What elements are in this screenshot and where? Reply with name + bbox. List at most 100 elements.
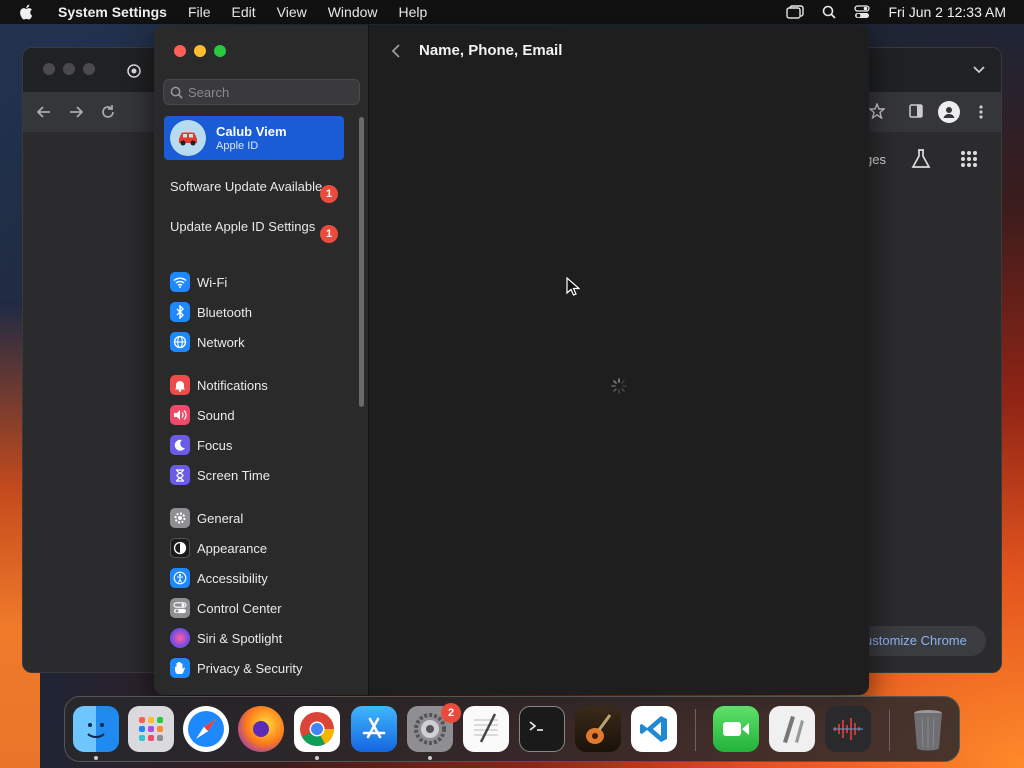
sidebar-item-siri-spotlight[interactable]: Siri & Spotlight xyxy=(170,627,282,649)
chevron-down-icon[interactable] xyxy=(973,66,985,74)
terminal-icon[interactable] xyxy=(519,706,565,752)
close-window-button[interactable] xyxy=(174,45,186,57)
chrome-tab-favicon-icon xyxy=(127,64,141,78)
chrome-zoom-button[interactable] xyxy=(83,63,95,75)
accessibility-icon xyxy=(170,568,190,588)
app-store-icon[interactable] xyxy=(351,706,397,752)
siri-icon xyxy=(170,628,190,648)
textedit-icon[interactable] xyxy=(463,706,509,752)
menu-edit[interactable]: Edit xyxy=(232,4,256,20)
menu-bar: System Settings File Edit View Window He… xyxy=(0,0,1024,24)
sidebar-item-label: Siri & Spotlight xyxy=(197,630,283,646)
sidebar-item-screen-time[interactable]: Screen Time xyxy=(170,464,270,486)
sidebar-item-label: Privacy & Security xyxy=(197,660,303,676)
account-name: Calub Viem xyxy=(216,124,287,139)
sidebar-item-label: Accessibility xyxy=(197,570,268,586)
speaker-icon xyxy=(170,405,190,425)
sidebar-item-notifications[interactable]: Notifications xyxy=(170,374,268,396)
menu-help[interactable]: Help xyxy=(399,4,428,20)
sidebar-item-label: Screen Time xyxy=(197,467,270,483)
sidebar-item-accessibility[interactable]: Accessibility xyxy=(170,567,268,589)
sidebar-item-general[interactable]: General xyxy=(170,507,243,529)
back-button[interactable] xyxy=(386,41,406,61)
sidebar-item-wifi[interactable]: Wi-Fi xyxy=(170,271,227,293)
menu-file[interactable]: File xyxy=(188,4,211,20)
system-settings-window: Calub Viem Apple ID Software Update Avai… xyxy=(154,25,869,695)
forward-arrow-icon[interactable] xyxy=(68,104,84,120)
firefox-icon[interactable] xyxy=(238,706,284,752)
sidebar-item-label: Sound xyxy=(197,407,235,423)
dock-separator xyxy=(695,709,696,751)
bookmark-star-icon[interactable] xyxy=(869,103,885,119)
loading-spinner-icon xyxy=(611,378,627,394)
profile-avatar-icon[interactable] xyxy=(938,101,960,123)
update-apple-id-notice[interactable]: Update Apple ID Settings xyxy=(170,219,345,235)
safari-icon[interactable] xyxy=(183,706,229,752)
sidebar-item-label: General xyxy=(197,510,244,526)
menu-view[interactable]: View xyxy=(277,4,307,20)
kebab-menu-icon[interactable] xyxy=(978,104,984,120)
wifi-icon xyxy=(170,272,190,292)
sidebar-scrollbar[interactable] xyxy=(359,117,364,407)
apps-grid-icon[interactable] xyxy=(960,150,978,168)
sidebar-item-label: Notifications xyxy=(197,377,268,393)
dock-running-indicator xyxy=(315,756,319,760)
control-center-icon[interactable] xyxy=(854,5,871,19)
sidebar-item-label: Wi-Fi xyxy=(197,274,228,290)
zoom-window-button[interactable] xyxy=(214,45,226,57)
minimize-window-button[interactable] xyxy=(194,45,206,57)
update-apple-id-badge: 1 xyxy=(320,225,338,243)
software-update-notice[interactable]: Software Update Available xyxy=(170,179,345,195)
software-update-badge: 1 xyxy=(320,185,338,203)
audio-waveform-icon[interactable] xyxy=(825,706,871,752)
bell-icon xyxy=(170,375,190,395)
sidebar-item-sound[interactable]: Sound xyxy=(170,404,235,426)
gear-icon xyxy=(170,508,190,528)
sidebar-item-bluetooth[interactable]: Bluetooth xyxy=(170,301,252,323)
launchpad-icon[interactable] xyxy=(128,706,174,752)
stage-manager-icon[interactable] xyxy=(786,5,805,19)
sidebar-item-label: Control Center xyxy=(197,600,282,616)
moon-icon xyxy=(170,435,190,455)
script-editor-icon[interactable] xyxy=(769,706,815,752)
sidebar-item-focus[interactable]: Focus xyxy=(170,434,232,456)
search-icon xyxy=(170,86,183,99)
sidebar-item-label: Network xyxy=(197,334,245,350)
settings-search-field[interactable] xyxy=(163,79,360,105)
spotlight-search-icon[interactable] xyxy=(822,5,837,19)
trash-icon[interactable] xyxy=(905,706,951,752)
reload-icon[interactable] xyxy=(100,104,116,120)
sidebar-item-privacy-security[interactable]: Privacy & Security xyxy=(170,657,302,679)
chrome-minimize-button[interactable] xyxy=(63,63,75,75)
globe-icon xyxy=(170,332,190,352)
garageband-icon[interactable] xyxy=(575,706,621,752)
appearance-icon xyxy=(170,538,190,558)
menu-bar-clock[interactable]: Fri Jun 2 12:33 AM xyxy=(888,4,1006,20)
dock-running-indicator xyxy=(428,756,432,760)
hand-icon xyxy=(170,658,190,678)
chrome-close-button[interactable] xyxy=(43,63,55,75)
vscode-icon[interactable] xyxy=(631,706,677,752)
chevron-left-icon xyxy=(391,44,400,58)
menu-window[interactable]: Window xyxy=(328,4,378,20)
page-title: Name, Phone, Email xyxy=(419,42,563,59)
bluetooth-icon xyxy=(170,302,190,322)
facetime-icon[interactable] xyxy=(713,706,759,752)
sidebar-item-control-center[interactable]: Control Center xyxy=(170,597,282,619)
sidebar-item-network[interactable]: Network xyxy=(170,331,245,353)
side-panel-icon[interactable] xyxy=(909,104,923,118)
back-arrow-icon[interactable] xyxy=(36,104,52,120)
dock-running-indicator xyxy=(94,756,98,760)
sidebar-item-label: Focus xyxy=(197,437,233,453)
search-input[interactable] xyxy=(188,84,348,100)
sidebar-item-appearance[interactable]: Appearance xyxy=(170,537,267,559)
apple-menu-icon[interactable] xyxy=(18,3,36,21)
finder-icon[interactable] xyxy=(73,706,119,752)
chrome-icon[interactable] xyxy=(294,706,340,752)
sidebar-item-label: Bluetooth xyxy=(197,304,252,320)
mouse-cursor-icon xyxy=(566,277,580,296)
account-avatar xyxy=(170,120,206,156)
labs-flask-icon[interactable] xyxy=(911,148,931,170)
apple-id-account-row[interactable]: Calub Viem Apple ID xyxy=(164,116,344,160)
menu-app-name[interactable]: System Settings xyxy=(58,4,167,20)
